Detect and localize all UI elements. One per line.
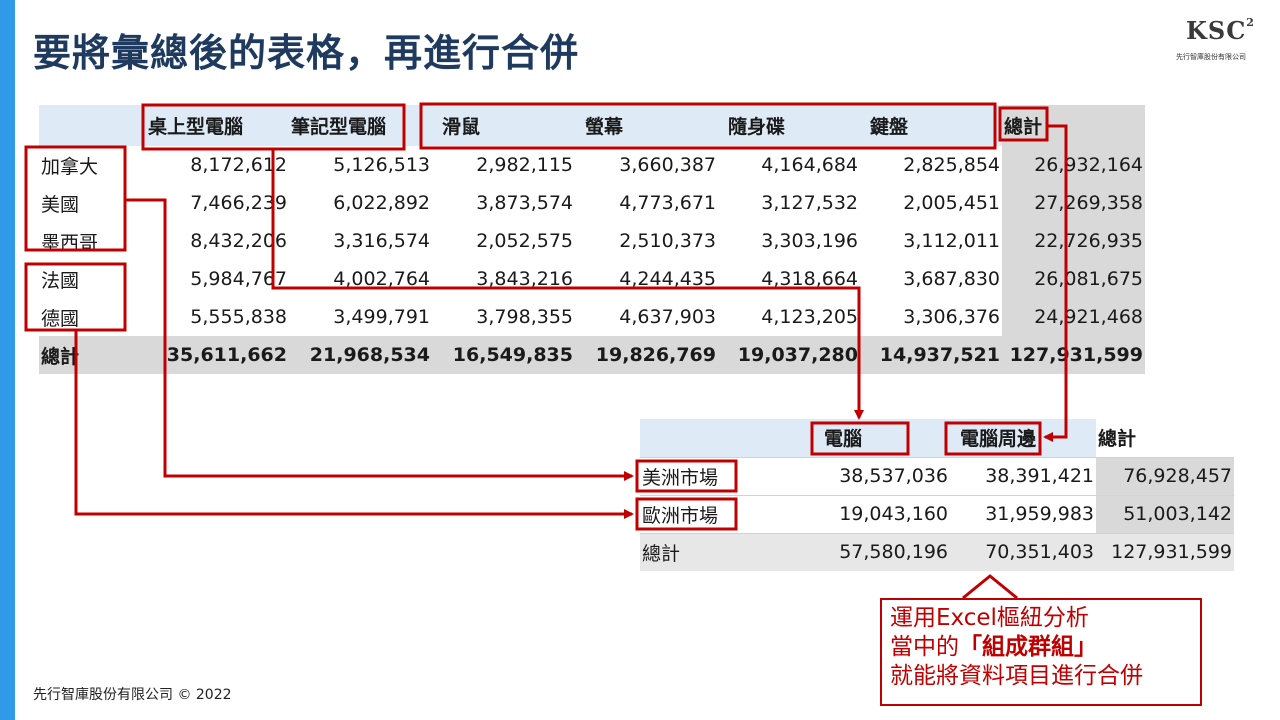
table-cell: 3,687,830: [903, 268, 1000, 290]
row-label: 加拿大: [41, 155, 99, 178]
table-cell: 127,931,599: [1096, 532, 1234, 571]
table-cell: 27,269,358: [1002, 184, 1145, 222]
table-cell: 2,005,451: [903, 192, 1000, 214]
table-cell: 38,537,036: [804, 456, 950, 495]
table-cell: 14,937,521: [860, 336, 1002, 374]
table-cell: 2,510,373: [619, 230, 716, 252]
table-cell: 76,928,457: [1096, 456, 1234, 495]
table-cell: 3,316,574: [333, 230, 430, 252]
table-cell: 4,637,903: [619, 306, 716, 328]
table-cell: 19,043,160: [804, 494, 950, 533]
table-header-row: 電腦 電腦周邊 總計: [640, 419, 1234, 457]
accent-sidebar: [0, 0, 15, 720]
header-cell: 桌上型電腦: [146, 105, 289, 146]
page-title: 要將彙總後的表格，再進行合併: [33, 31, 580, 75]
table-cell: 3,306,376: [903, 306, 1000, 328]
row-label: 總計: [640, 532, 804, 571]
table-cell: 16,549,835: [432, 336, 575, 374]
table-cell: 8,432,206: [190, 230, 287, 252]
table-total-row: 總計 35,611,662 21,968,534 16,549,835 19,8…: [39, 336, 1145, 374]
table-cell: 21,968,534: [289, 336, 432, 374]
header-cell: 螢幕: [575, 105, 718, 146]
table-cell: 4,773,671: [619, 192, 716, 214]
table-row: 德國 5,555,838 3,499,791 3,798,355 4,637,9…: [39, 298, 1145, 336]
company-logo: KSC2 先行智庫股份有限公司: [1172, 14, 1262, 66]
sales-detail-table: 桌上型電腦 筆記型電腦 滑鼠 螢幕 隨身碟 鍵盤 總計 加拿大 8,172,61…: [39, 105, 1145, 374]
header-cell: [640, 419, 804, 457]
row-label: 歐洲市場: [640, 494, 804, 533]
header-cell: 總計: [1096, 419, 1234, 457]
table-cell: 4,002,764: [333, 268, 430, 290]
table-cell: 51,003,142: [1096, 494, 1234, 533]
table-cell: 4,244,435: [619, 268, 716, 290]
header-cell: 筆記型電腦: [289, 105, 432, 146]
table-cell: 5,555,838: [190, 306, 287, 328]
table-cell: 2,982,115: [476, 154, 573, 176]
logo-subtitle: 先行智庫股份有限公司: [1176, 53, 1246, 61]
table-row: 墨西哥 8,432,206 3,316,574 2,052,575 2,510,…: [39, 222, 1145, 260]
table-cell: 3,660,387: [619, 154, 716, 176]
footer-copyright: 先行智庫股份有限公司 © 2022: [33, 687, 232, 703]
header-cell: 總計: [1002, 105, 1145, 146]
table-cell: 3,798,355: [476, 306, 573, 328]
table-cell: 31,959,983: [950, 494, 1096, 533]
table-row: 美洲市場 38,537,036 38,391,421 76,928,457: [640, 456, 1234, 495]
header-cell: 滑鼠: [432, 105, 575, 146]
table-cell: 5,984,767: [190, 268, 287, 290]
table-cell: 4,123,205: [761, 306, 858, 328]
row-label: 德國: [41, 307, 80, 330]
table-cell: 3,303,196: [761, 230, 858, 252]
table-cell: 4,164,684: [761, 154, 858, 176]
table-cell: 127,931,599: [1002, 336, 1145, 374]
table-cell: 3,112,011: [903, 230, 1000, 252]
table-cell: 26,932,164: [1002, 146, 1145, 184]
table-cell: 6,022,892: [333, 192, 430, 214]
header-cell: [39, 105, 146, 146]
header-cell: 電腦: [804, 419, 950, 457]
row-label: 美洲市場: [640, 456, 804, 495]
row-label: 美國: [41, 193, 80, 216]
table-cell: 8,172,612: [190, 154, 287, 176]
table-cell: 4,318,664: [761, 268, 858, 290]
grouped-summary-table: 電腦 電腦周邊 總計 美洲市場 38,537,036 38,391,421 76…: [640, 419, 1234, 571]
callout-line: 運用Excel樞紐分析: [890, 605, 1089, 631]
table-cell: 2,052,575: [476, 230, 573, 252]
header-cell: 隨身碟: [718, 105, 860, 146]
callout-note: 運用Excel樞紐分析 當中的「組成群組」 就能將資料項目進行合併: [880, 598, 1202, 706]
logo-mark: KSC2: [1186, 16, 1255, 45]
header-cell: 電腦周邊: [950, 419, 1096, 457]
table-cell: 5,126,513: [333, 154, 430, 176]
table-cell: 22,726,935: [1002, 222, 1145, 260]
table-row: 加拿大 8,172,612 5,126,513 2,982,115 3,660,…: [39, 146, 1145, 184]
table-row: 歐洲市場 19,043,160 31,959,983 51,003,142: [640, 494, 1234, 533]
header-cell: 鍵盤: [860, 105, 1002, 146]
row-label: 總計: [39, 336, 146, 374]
table-cell: 35,611,662: [146, 336, 289, 374]
table-row: 法國 5,984,767 4,002,764 3,843,216 4,244,4…: [39, 260, 1145, 298]
table-cell: 3,843,216: [476, 268, 573, 290]
table-cell: 70,351,403: [950, 532, 1096, 571]
table-cell: 19,037,280: [718, 336, 860, 374]
table-cell: 57,580,196: [804, 532, 950, 571]
table-cell: 26,081,675: [1002, 260, 1145, 298]
callout-line: 就能將資料項目進行合併: [890, 663, 1143, 689]
row-label: 墨西哥: [41, 231, 99, 254]
table-cell: 2,825,854: [903, 154, 1000, 176]
row-label: 法國: [41, 269, 80, 292]
table-cell: 3,873,574: [476, 192, 573, 214]
table-cell: 38,391,421: [950, 456, 1096, 495]
table-cell: 24,921,468: [1002, 298, 1145, 336]
callout-pointer: [962, 574, 1018, 600]
table-total-row: 總計 57,580,196 70,351,403 127,931,599: [640, 532, 1234, 571]
table-cell: 3,127,532: [761, 192, 858, 214]
table-cell: 19,826,769: [575, 336, 718, 374]
table-cell: 3,499,791: [333, 306, 430, 328]
table-cell: 7,466,239: [190, 192, 287, 214]
table-header-row: 桌上型電腦 筆記型電腦 滑鼠 螢幕 隨身碟 鍵盤 總計: [39, 105, 1145, 146]
callout-line: 當中的「組成群組」: [890, 634, 1097, 660]
table-row: 美國 7,466,239 6,022,892 3,873,574 4,773,6…: [39, 184, 1145, 222]
